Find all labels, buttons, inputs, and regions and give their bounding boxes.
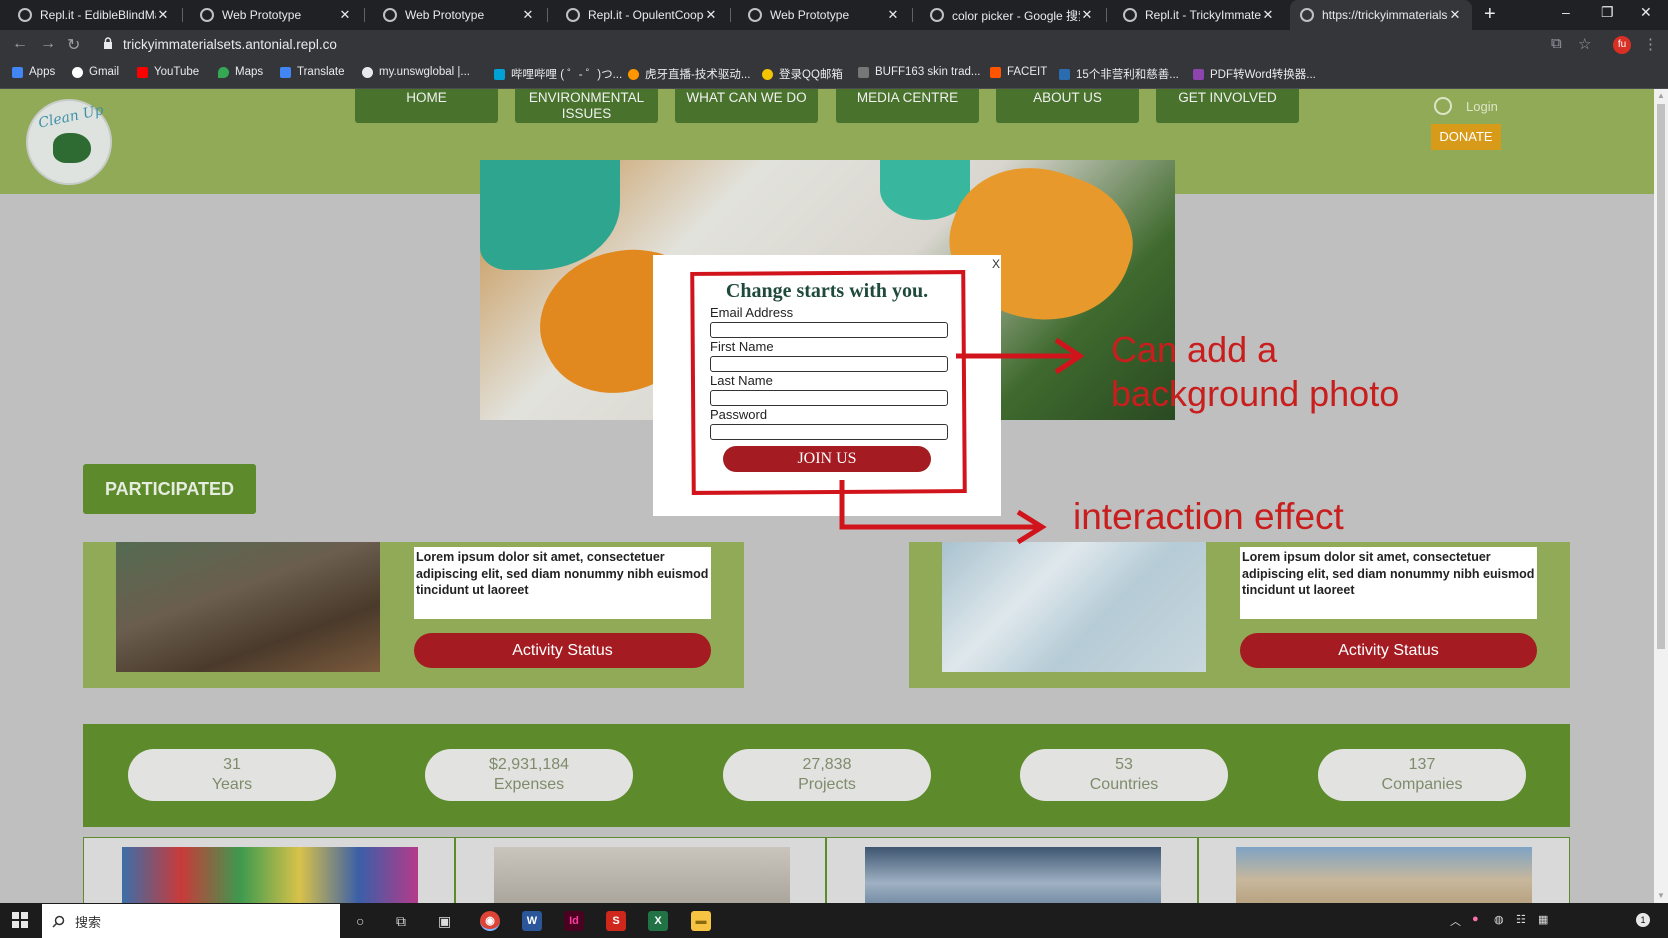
- file-explorer-taskbar-icon[interactable]: ▬: [691, 911, 711, 931]
- windows-start-icon[interactable]: [12, 912, 28, 928]
- annotation-arrows: [839, 337, 1085, 545]
- annotation-line: Can add a: [1111, 329, 1278, 370]
- keyboard-icon[interactable]: ▦: [1538, 913, 1548, 926]
- annotation-interaction-effect: interaction effect: [1073, 496, 1344, 537]
- search-icon: [52, 915, 65, 928]
- windows-taskbar: 搜索 ○ ⧉ ▣ ◉ W Id S X ▬ ︿ ● ◍ ☷ ▦ 1: [0, 903, 1668, 938]
- taskbar-search-box[interactable]: 搜索: [42, 904, 340, 938]
- task-view-icon[interactable]: ⧉: [396, 913, 406, 930]
- notification-badge[interactable]: 1: [1636, 913, 1650, 927]
- search-placeholder: 搜索: [75, 914, 102, 930]
- annotation-background-photo: Can add a background photo: [1111, 328, 1399, 416]
- excel-taskbar-icon[interactable]: X: [648, 911, 668, 931]
- store-icon[interactable]: ▣: [438, 913, 451, 930]
- indesign-taskbar-icon[interactable]: Id: [564, 911, 584, 931]
- annotation-line: background photo: [1111, 373, 1400, 414]
- cortana-icon[interactable]: ○: [356, 913, 364, 929]
- word-taskbar-icon[interactable]: W: [522, 911, 542, 931]
- tray-chevron-icon[interactable]: ︿: [1450, 913, 1461, 929]
- ime-icon[interactable]: ☷: [1516, 913, 1526, 926]
- chrome-taskbar-icon[interactable]: ◉: [480, 911, 500, 931]
- wps-taskbar-icon[interactable]: S: [606, 911, 626, 931]
- tray-app-icon[interactable]: ●: [1472, 913, 1479, 925]
- network-icon[interactable]: ◍: [1494, 913, 1504, 926]
